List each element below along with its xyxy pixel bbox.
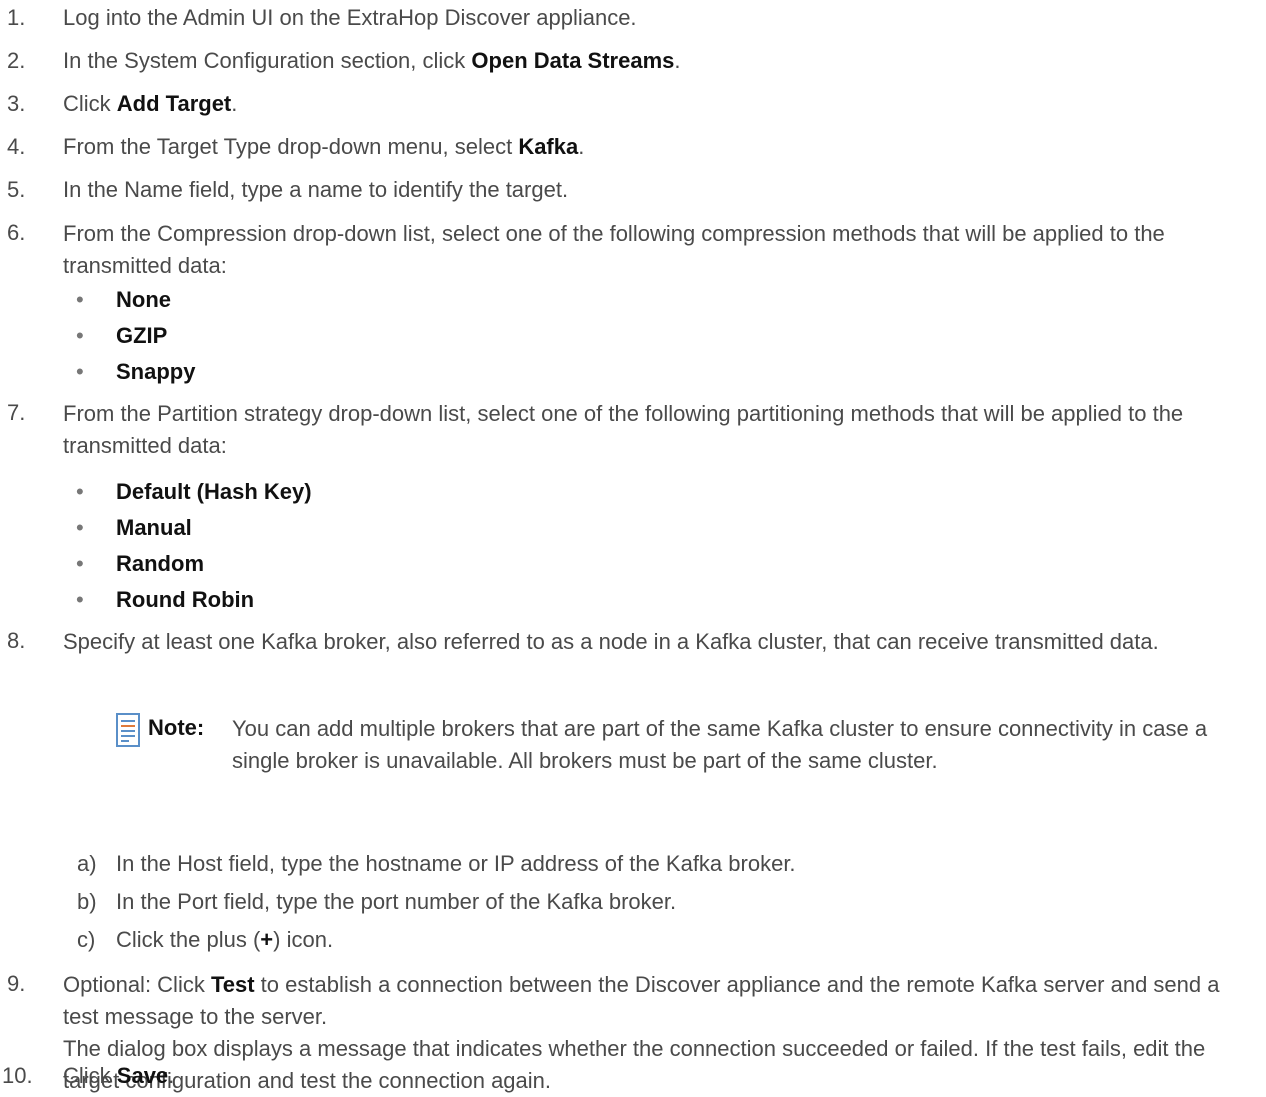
- bullet: •: [76, 359, 84, 384]
- step-number: 5.: [7, 177, 26, 202]
- bullet: •: [76, 479, 84, 504]
- step-number: 7.: [7, 400, 26, 425]
- ui-term-save: Save: [116, 1063, 169, 1088]
- step-number: 1.: [7, 5, 26, 30]
- step-number: 8.: [7, 628, 26, 653]
- step-number: 3.: [7, 91, 26, 116]
- step-text: From the Partition strategy drop-down li…: [63, 401, 1184, 458]
- bullet: •: [76, 587, 84, 612]
- bullet: •: [76, 287, 84, 312]
- ui-term-open-data-streams: Open Data Streams: [471, 48, 675, 73]
- partition-option-manual: Manual: [116, 515, 192, 540]
- partition-option-random: Random: [116, 551, 204, 576]
- note-text: You can add multiple brokers that are pa…: [232, 716, 1208, 773]
- bullet: •: [76, 323, 84, 348]
- substep-text: In the Host field, type the hostname or …: [116, 851, 796, 876]
- step-text: Log into the Admin UI on the ExtraHop Di…: [63, 5, 637, 30]
- step-text: Click Save.: [63, 1063, 175, 1088]
- step-number: 4.: [7, 134, 26, 159]
- step-number: 2.: [7, 48, 26, 73]
- partition-option-round-robin: Round Robin: [116, 587, 255, 612]
- substep-letter: c): [77, 927, 96, 952]
- step-number: 9.: [7, 971, 26, 996]
- step-text: Specify at least one Kafka broker, also …: [63, 629, 1159, 654]
- step-text: From the Compression drop-down list, sel…: [63, 221, 1165, 278]
- step-text: In the System Configuration section, cli…: [63, 48, 681, 73]
- substep-text: In the Port field, type the port number …: [116, 889, 677, 914]
- step-text: Click Add Target.: [63, 91, 238, 116]
- step-text: In the Name field, type a name to identi…: [63, 177, 569, 202]
- substep-letter: b): [77, 889, 97, 914]
- note-icon: [116, 713, 140, 747]
- ui-term-add-target: Add Target: [116, 91, 232, 116]
- note-label: Note:: [148, 715, 205, 740]
- compression-option-snappy: Snappy: [116, 359, 196, 384]
- step-number: 6.: [7, 220, 26, 245]
- compression-option-none: None: [116, 287, 171, 312]
- bullet: •: [76, 551, 84, 576]
- compression-option-gzip: GZIP: [116, 323, 168, 348]
- plus-symbol: +: [260, 927, 274, 952]
- substep-letter: a): [77, 851, 97, 876]
- ui-term-test: Test: [210, 972, 255, 997]
- substep-text: Click the plus (+) icon.: [116, 927, 334, 952]
- step-number: 10.: [2, 1063, 33, 1088]
- bullet: •: [76, 515, 84, 540]
- ui-term-kafka: Kafka: [518, 134, 579, 159]
- step-text: From the Target Type drop-down menu, sel…: [63, 134, 585, 159]
- partition-option-default: Default (Hash Key): [116, 479, 312, 504]
